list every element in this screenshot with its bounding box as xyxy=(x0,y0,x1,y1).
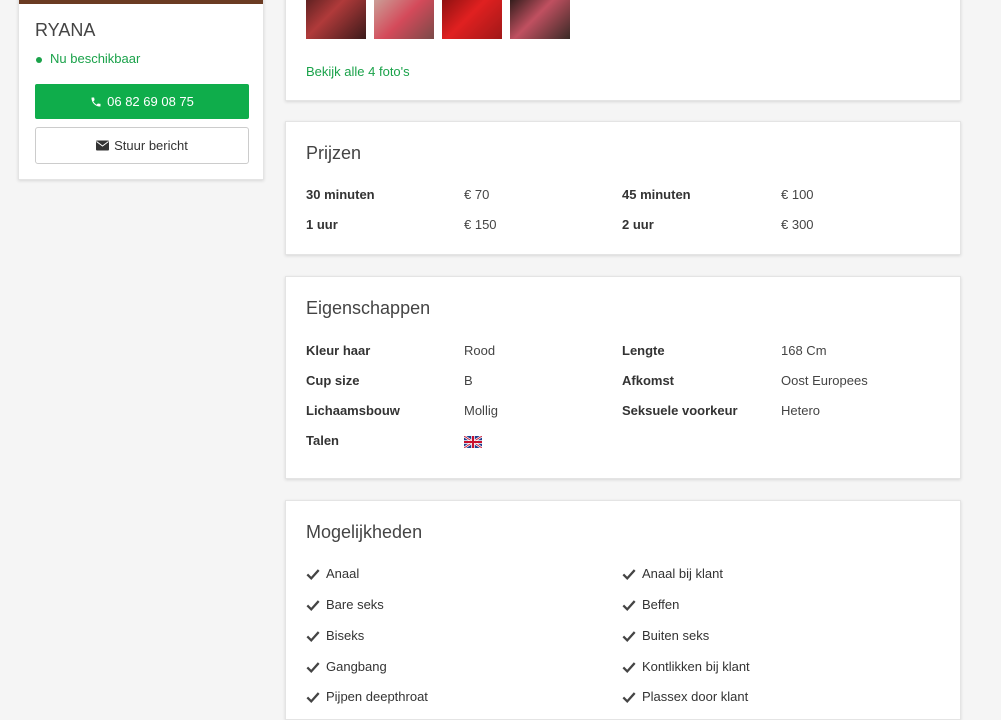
photo-thumbnail[interactable] xyxy=(374,0,434,39)
properties-title: Eigenschappen xyxy=(306,298,431,318)
option-item: Beffen xyxy=(622,597,679,612)
property-value: Oost Europees xyxy=(781,373,868,388)
profile-card: RYANA Nu beschikbaar 06 82 69 08 75 Stuu… xyxy=(18,0,264,180)
option-label: Kontlikken bij klant xyxy=(642,659,750,674)
property-label: Lengte xyxy=(622,343,665,358)
check-icon xyxy=(622,661,636,673)
call-button-label: 06 82 69 08 75 xyxy=(107,94,194,109)
check-icon xyxy=(622,599,636,611)
option-item: Kontlikken bij klant xyxy=(622,659,750,674)
option-item: Biseks xyxy=(306,628,364,643)
option-item: Anaal bij klant xyxy=(622,566,723,581)
price-label: 1 uur xyxy=(306,217,338,232)
option-label: Plassex door klant xyxy=(642,689,749,704)
option-item: Gangbang xyxy=(306,659,387,674)
option-label: Buiten seks xyxy=(642,628,710,643)
profile-name: RYANA xyxy=(35,20,96,40)
check-icon xyxy=(306,661,320,673)
option-item: Buiten seks xyxy=(622,628,709,643)
phone-icon xyxy=(91,97,101,106)
option-label: Beffen xyxy=(642,597,680,612)
view-all-photos-link[interactable]: Bekijk alle 4 foto's xyxy=(306,64,410,79)
message-button[interactable]: Stuur bericht xyxy=(35,127,249,164)
properties-card: Eigenschappen Kleur haar Rood Lengte 168… xyxy=(285,276,961,479)
price-value: € 70 xyxy=(464,187,490,202)
option-label: Anaal bij klant xyxy=(642,566,723,581)
property-label: Talen xyxy=(306,433,339,448)
envelope-icon xyxy=(96,140,110,151)
uk-flag-icon xyxy=(464,436,482,448)
property-value: 168 Cm xyxy=(781,343,827,358)
property-label: Cup size xyxy=(306,373,360,388)
check-icon xyxy=(622,691,636,703)
options-title: Mogelijkheden xyxy=(306,522,423,542)
message-button-label: Stuur bericht xyxy=(114,138,188,153)
option-item: Bare seks xyxy=(306,597,384,612)
options-card: Mogelijkheden Anaal Anaal bij klant Bare… xyxy=(285,500,961,720)
photo-thumbnail[interactable] xyxy=(442,0,502,39)
property-value: Hetero xyxy=(781,403,821,418)
option-label: Biseks xyxy=(326,628,365,643)
option-label: Gangbang xyxy=(326,659,387,674)
price-label: 45 minuten xyxy=(622,187,691,202)
property-value: Mollig xyxy=(464,403,498,418)
option-label: Anaal xyxy=(326,566,360,581)
profile-photo-edge xyxy=(19,0,263,4)
check-icon xyxy=(622,630,636,642)
call-button[interactable]: 06 82 69 08 75 xyxy=(35,84,249,119)
check-icon xyxy=(306,691,320,703)
option-item: Pijpen deepthroat xyxy=(306,689,428,704)
check-icon xyxy=(306,630,320,642)
property-label: Afkomst xyxy=(622,373,675,388)
price-value: € 100 xyxy=(781,187,814,202)
check-icon xyxy=(306,568,320,580)
price-value: € 300 xyxy=(781,217,814,232)
prices-card: Prijzen 30 minuten € 70 45 minuten € 100… xyxy=(285,121,961,255)
option-item: Anaal xyxy=(306,566,359,581)
availability-status: Nu beschikbaar xyxy=(36,51,140,66)
availability-label: Nu beschikbaar xyxy=(50,51,141,66)
photo-thumbnail[interactable] xyxy=(510,0,570,39)
price-label: 30 minuten xyxy=(306,187,375,202)
status-dot-icon xyxy=(36,56,42,63)
check-icon xyxy=(306,599,320,611)
price-value: € 150 xyxy=(464,217,497,232)
property-label: Kleur haar xyxy=(306,343,371,358)
property-value: B xyxy=(464,373,473,388)
option-label: Bare seks xyxy=(326,597,384,612)
check-icon xyxy=(622,568,636,580)
option-label: Pijpen deepthroat xyxy=(326,689,428,704)
property-label: Lichaamsbouw xyxy=(306,403,400,418)
property-value: Rood xyxy=(464,343,496,358)
photos-card: Bekijk alle 4 foto's xyxy=(285,0,961,101)
prices-title: Prijzen xyxy=(306,143,362,163)
photo-thumbnail[interactable] xyxy=(306,0,366,39)
property-label: Seksuele voorkeur xyxy=(622,403,738,418)
price-label: 2 uur xyxy=(622,217,654,232)
option-item: Plassex door klant xyxy=(622,689,748,704)
